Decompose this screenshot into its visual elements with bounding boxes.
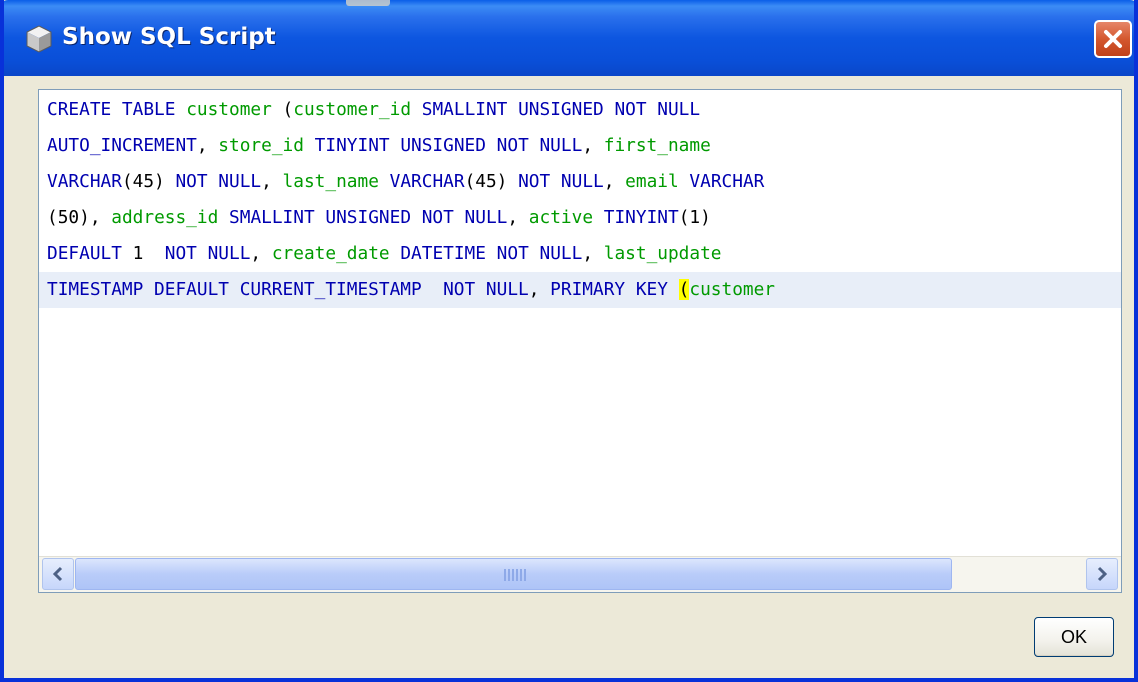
sql-token: , xyxy=(250,243,272,264)
sql-token: NOT NULL xyxy=(518,171,604,192)
scroll-right-arrow-icon xyxy=(1097,566,1108,582)
sql-token: NOT NULL xyxy=(175,171,262,192)
sql-line[interactable]: CREATE TABLE customer (customer_id SMALL… xyxy=(39,92,1121,128)
close-icon xyxy=(1104,30,1122,48)
sql-token: last_update xyxy=(603,243,722,264)
sql-line[interactable]: (50), address_id SMALLINT UNSIGNED NOT N… xyxy=(39,200,1121,236)
title-bar[interactable]: Show SQL Script xyxy=(4,0,1134,76)
scroll-grip-icon xyxy=(504,569,526,581)
sql-token: AUTO_INCREMENT xyxy=(47,135,197,156)
sql-token: PRIMARY KEY xyxy=(550,279,668,300)
sql-token: first_name xyxy=(603,135,711,156)
sql-token: DATETIME NOT NULL xyxy=(400,243,583,264)
sql-token: , xyxy=(196,135,219,156)
sql-token: SMALLINT UNSIGNED NOT NULL xyxy=(421,99,701,120)
sql-line[interactable]: VARCHAR(45) NOT NULL, last_name VARCHAR(… xyxy=(39,164,1121,200)
sql-line[interactable]: AUTO_INCREMENT, store_id TINYINT UNSIGNE… xyxy=(39,128,1121,164)
sql-token: (1) xyxy=(678,207,711,228)
sql-token: VARCHAR xyxy=(689,171,765,192)
sql-token: active xyxy=(528,207,594,228)
sql-token: store_id xyxy=(218,135,304,156)
sql-token: VARCHAR xyxy=(47,171,122,192)
sql-token: , xyxy=(582,135,604,156)
close-button[interactable] xyxy=(1094,20,1132,58)
sql-token: , xyxy=(261,171,283,192)
sql-token: email xyxy=(625,171,679,192)
title-notch xyxy=(346,0,390,6)
sql-token: 1 xyxy=(121,243,165,264)
sql-token: SMALLINT UNSIGNED NOT NULL xyxy=(229,207,508,228)
sql-token: ( xyxy=(271,99,294,120)
dialog-title: Show SQL Script xyxy=(62,24,276,50)
sql-token: , xyxy=(603,171,626,192)
sql-token: TIMESTAMP DEFAULT CURRENT_TIMESTAMP NOT … xyxy=(47,279,529,300)
sql-line[interactable]: DEFAULT 1 NOT NULL, create_date DATETIME… xyxy=(39,236,1121,272)
scroll-right-button[interactable] xyxy=(1086,558,1118,590)
sql-token: customer xyxy=(689,279,776,300)
sql-token: CREATE TABLE xyxy=(47,99,176,120)
sql-script-text-area[interactable]: CREATE TABLE customer (customer_id SMALL… xyxy=(38,89,1122,593)
sql-token: DEFAULT xyxy=(47,243,122,264)
sql-token: NOT NULL xyxy=(164,243,251,264)
sql-token: , xyxy=(507,207,529,228)
sql-token: address_id xyxy=(111,207,219,228)
sql-token: customer xyxy=(186,99,272,120)
ok-button[interactable]: OK xyxy=(1034,617,1114,657)
sql-code-view[interactable]: CREATE TABLE customer (customer_id SMALL… xyxy=(39,90,1121,556)
sql-token: , xyxy=(89,207,112,228)
sql-token: (50) xyxy=(47,207,90,228)
show-sql-script-dialog: Show SQL Script CREATE TABLE customer (c… xyxy=(0,0,1138,682)
sql-token: create_date xyxy=(271,243,390,264)
scroll-left-button[interactable] xyxy=(42,558,74,590)
sql-token: last_name xyxy=(282,171,379,192)
scroll-thumb[interactable] xyxy=(75,558,952,590)
sql-token: TINYINT UNSIGNED NOT NULL xyxy=(314,135,583,156)
sql-token: VARCHAR xyxy=(389,171,465,192)
sql-token: (45) xyxy=(121,171,176,192)
sql-token: TINYINT xyxy=(603,207,679,228)
horizontal-scrollbar[interactable] xyxy=(39,556,1121,592)
bracket-match-highlight: ( xyxy=(678,279,690,300)
sql-token: customer_id xyxy=(293,99,412,120)
sql-token: , xyxy=(582,243,604,264)
sql-cube-icon xyxy=(26,25,52,53)
sql-token: (45) xyxy=(464,171,519,192)
sql-token: , xyxy=(528,279,551,300)
sql-line[interactable]: TIMESTAMP DEFAULT CURRENT_TIMESTAMP NOT … xyxy=(39,272,1121,308)
scroll-left-arrow-icon xyxy=(52,566,63,582)
